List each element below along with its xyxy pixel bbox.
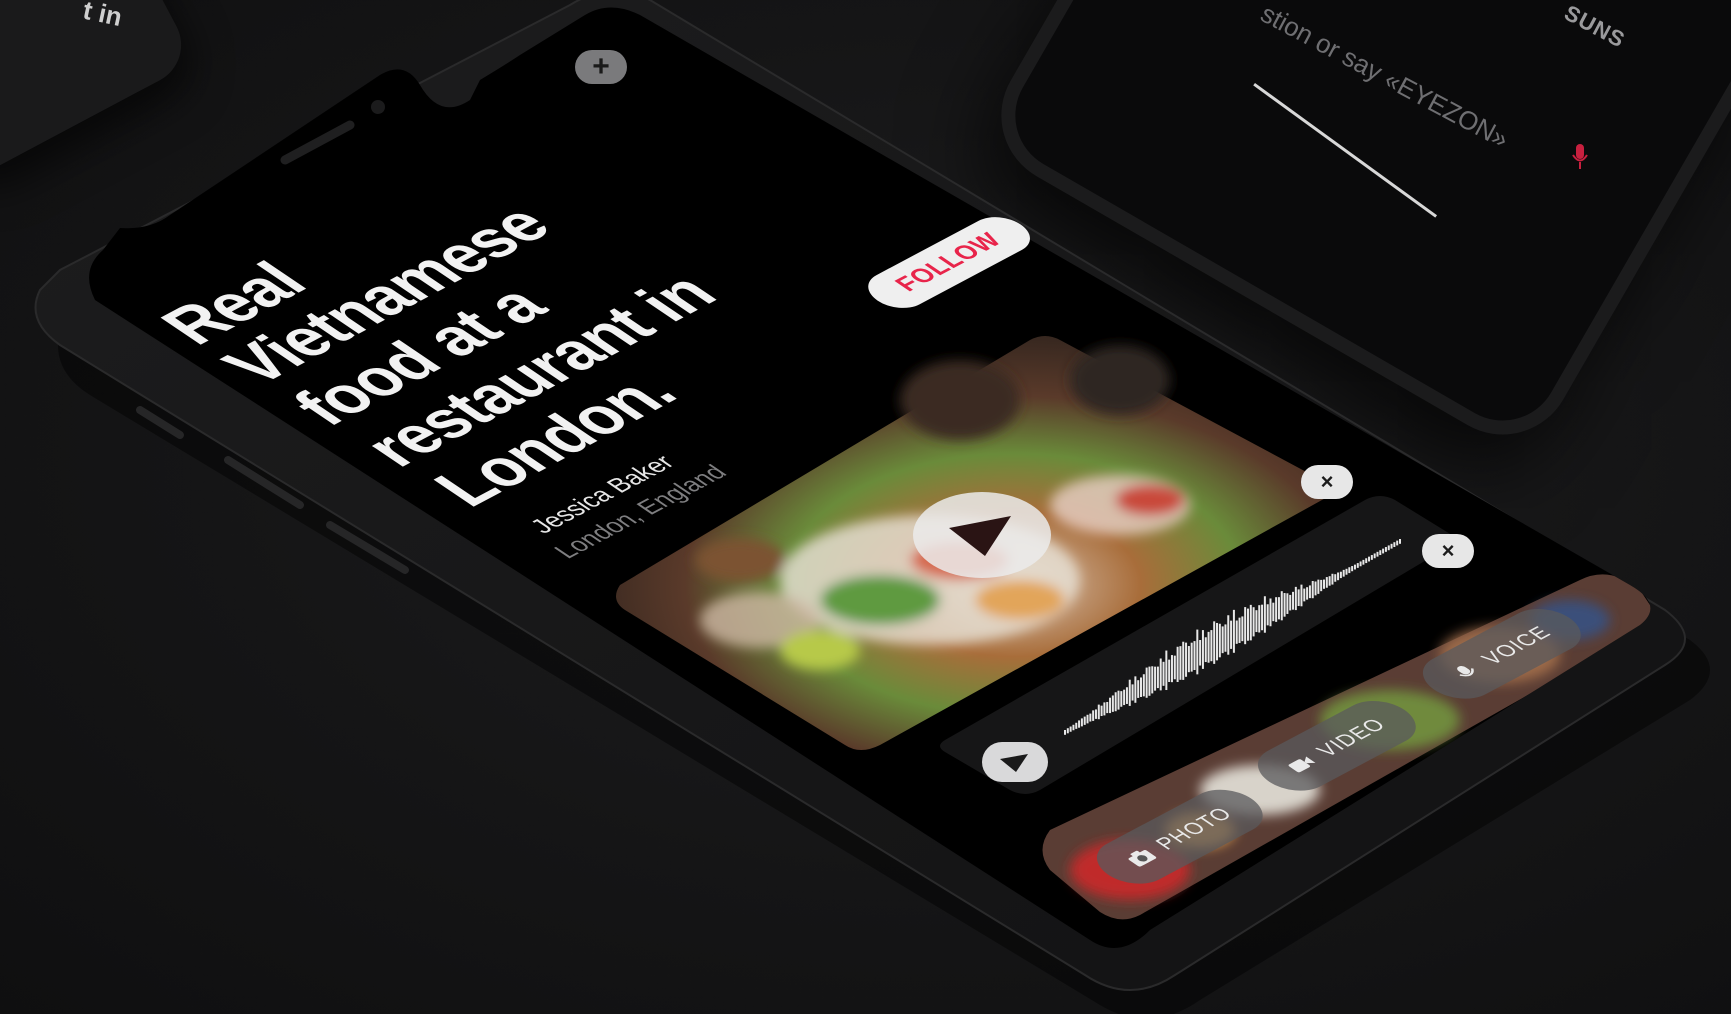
video-label: VIDEO — [1311, 714, 1392, 761]
voice-label: VOICE — [1476, 622, 1557, 669]
add-button[interactable]: + — [575, 50, 627, 84]
plus-icon: + — [592, 50, 610, 83]
audio-play-button[interactable] — [982, 742, 1048, 782]
play-icon — [949, 516, 1011, 556]
close-video-button[interactable]: × — [1301, 465, 1353, 499]
microphone-icon — [1457, 666, 1474, 677]
close-icon: × — [1441, 538, 1455, 563]
phone-device — [34, 0, 1710, 1014]
video-play-button[interactable] — [913, 492, 1051, 578]
close-icon: × — [1320, 469, 1334, 494]
play-icon — [1000, 754, 1028, 772]
camera-icon — [1128, 850, 1157, 867]
video-camera-icon — [1288, 756, 1316, 773]
close-audio-button[interactable]: × — [1422, 534, 1474, 568]
